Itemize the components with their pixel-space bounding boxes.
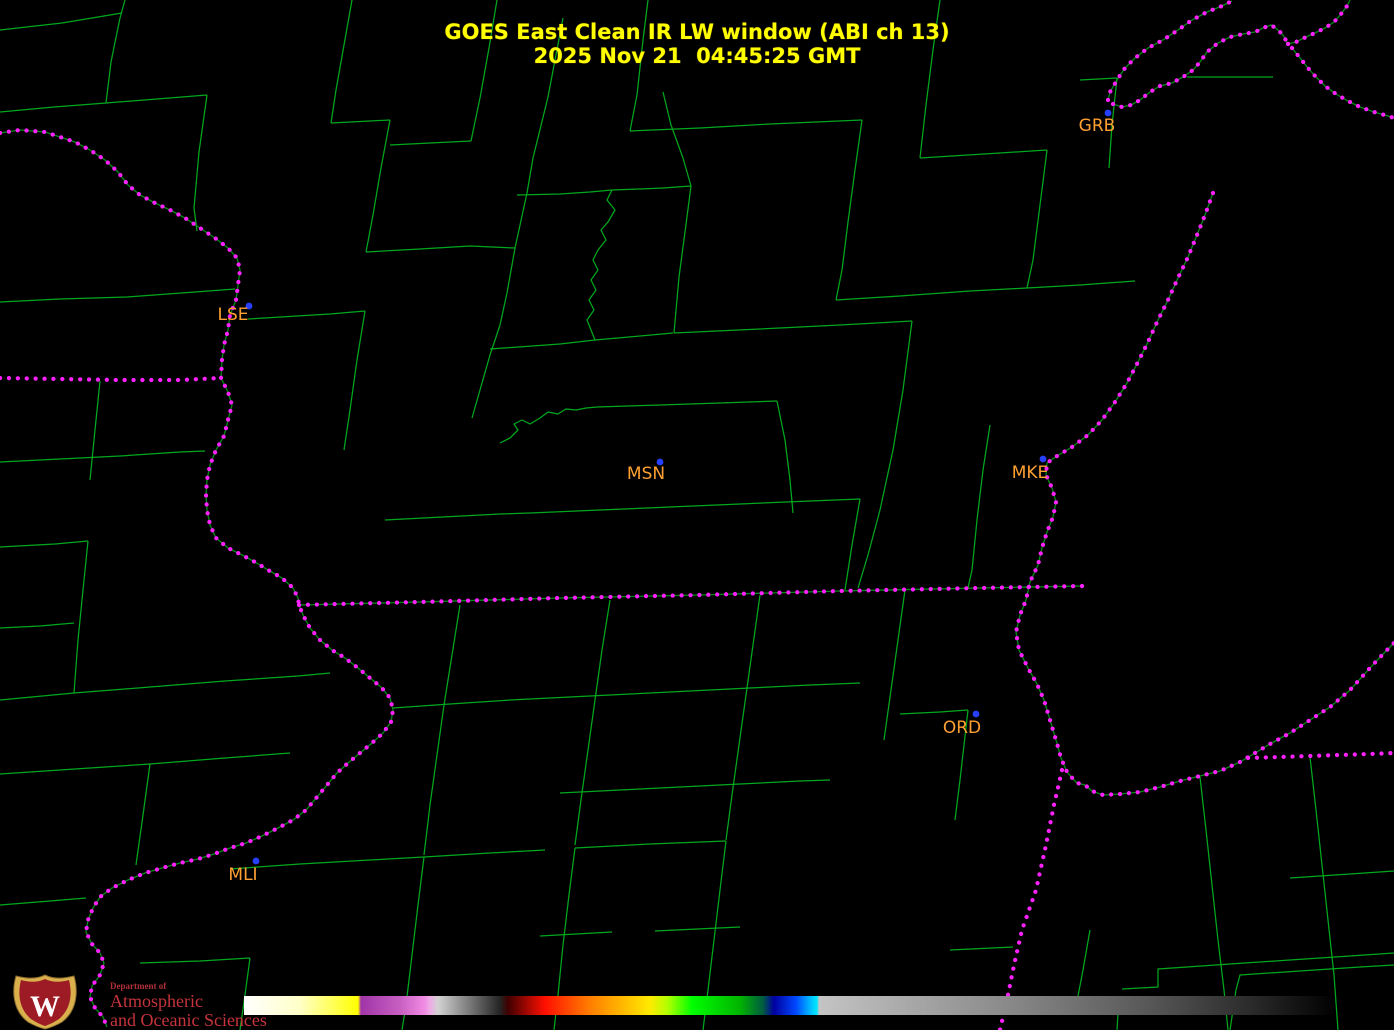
county-boundary-line [89,380,101,481]
county-boundary-line [365,245,516,253]
county-boundary-line [0,450,206,463]
county-boundary-line [247,310,366,320]
station-marker-ORD: ORD [943,710,981,738]
county-boundary-line [586,189,616,341]
county-boundary-line [574,840,727,849]
state-border-wi-il-border [296,583,1086,608]
county-boundary-line [1289,870,1394,879]
county-boundary-line [0,94,208,113]
county-boundary-line [574,599,611,846]
county-boundary-line [139,957,251,964]
county-boundary-line [673,185,692,334]
county-boundary-line [1121,952,1394,990]
state-border-lake-michigan-shore [1013,190,1394,798]
shoreline-lake-michigan-shore [1015,192,1394,796]
county-boundary-line [949,946,1014,951]
county-boundary-line [654,926,741,932]
county-boundary-line [529,498,861,514]
station-marker-MSN: MSN [627,458,665,484]
county-boundary-line [229,849,546,870]
crest-letter: W [30,990,60,1023]
station-marker-MLI: MLI [228,857,260,885]
county-boundary-line [1079,77,1118,81]
county-boundary-line [471,17,564,419]
county-boundary-line [0,752,291,775]
county-boundary-line [596,400,778,408]
station-dot-MLI [252,857,260,865]
county-boundary-line [673,320,913,334]
county-boundary-line [135,763,151,866]
county-boundary-line [919,149,1048,159]
county-boundary-line [0,622,75,629]
county-boundary-line [193,94,208,232]
county-boundary-line [594,332,674,341]
county-boundary-line [499,406,598,444]
county-boundary-line [539,931,613,937]
county-boundary-line [725,594,761,841]
station-label-GRB: GRB [1079,116,1116,136]
county-boundary-line [857,320,913,589]
county-boundary-line [343,310,366,451]
county-boundary-line [1026,280,1136,289]
map-canvas: LSE GRB MSN MKE ORD MLI [0,0,1394,1030]
county-boundary-line [899,709,969,715]
county-boundary-line [835,119,863,301]
county-boundary-line [559,779,831,794]
title-product-line: GOES East Clean IR LW window (ABI ch 13) [444,20,950,44]
station-dot-ORD [972,710,980,718]
county-boundary-line [835,287,1028,301]
county-boundary-line [423,604,461,856]
station-label-MLI: MLI [228,865,257,885]
station-label-LSE: LSE [217,305,248,325]
county-boundary-line [1026,149,1048,289]
county-boundary-line [516,189,613,196]
county-boundary-line [1199,776,1229,1030]
county-boundary-line [1077,929,1091,997]
title-timestamp-line: 2025 Nov 21 04:45:25 GMT [533,44,861,68]
county-boundary-line [776,400,794,514]
image-title: GOES East Clean IR LW window (ABI ch 13)… [0,20,1394,68]
county-boundary-line [1309,756,1339,1030]
county-boundary-line [392,682,861,709]
shoreline-mississippi-river [0,129,394,1028]
county-boundary-line [662,91,692,187]
station-label-MKE: MKE [1012,463,1049,483]
county-boundary-line [0,540,89,548]
county-boundary-line [0,672,331,701]
logo-dept-line: Department of [110,981,167,991]
state-border-mississippi-river [0,127,396,1030]
county-boundary-line [0,288,236,303]
county-boundary-line [384,512,531,521]
logo-text: Department of Atmospheric and Oceanic Sc… [110,981,267,1030]
county-boundary-line [73,540,89,694]
station-label-ORD: ORD [943,718,981,738]
county-boundary-line [967,424,991,589]
uw-aos-logo: W Department of Atmospheric and Oceanic … [8,974,267,1030]
logo-name-line2: and Oceanic Sciences [110,1010,267,1030]
station-marker-GRB: GRB [1079,109,1116,136]
county-boundary-line [1116,1013,1119,1030]
station-marker-LSE: LSE [217,302,253,325]
satellite-image-viewer: LSE GRB MSN MKE ORD MLI GOES East Clean IR LW… [0,0,1394,1030]
county-boundary-line [489,339,596,350]
ir-temperature-colorbar [244,996,1334,1015]
state-border-il-in-border [997,767,1065,1030]
state-border-mn-ia-border [0,375,224,383]
logo-name-line1: Atmospheric [110,991,203,1012]
station-dot-MKE [1039,455,1047,463]
county-boundary-line [0,897,87,906]
county-boundary-line [389,140,472,146]
county-boundary-line [883,589,906,741]
state-border-in-border-east [1245,750,1394,761]
county-boundary-line [365,119,391,253]
county-boundary-line [844,498,861,591]
county-boundary-line [611,185,692,191]
county-boundary-line [629,119,863,132]
county-boundary-line [330,119,391,124]
station-marker-MKE: MKE [1012,455,1049,483]
uw-crest-icon: W [13,974,77,1030]
station-label-MSN: MSN [627,464,665,484]
